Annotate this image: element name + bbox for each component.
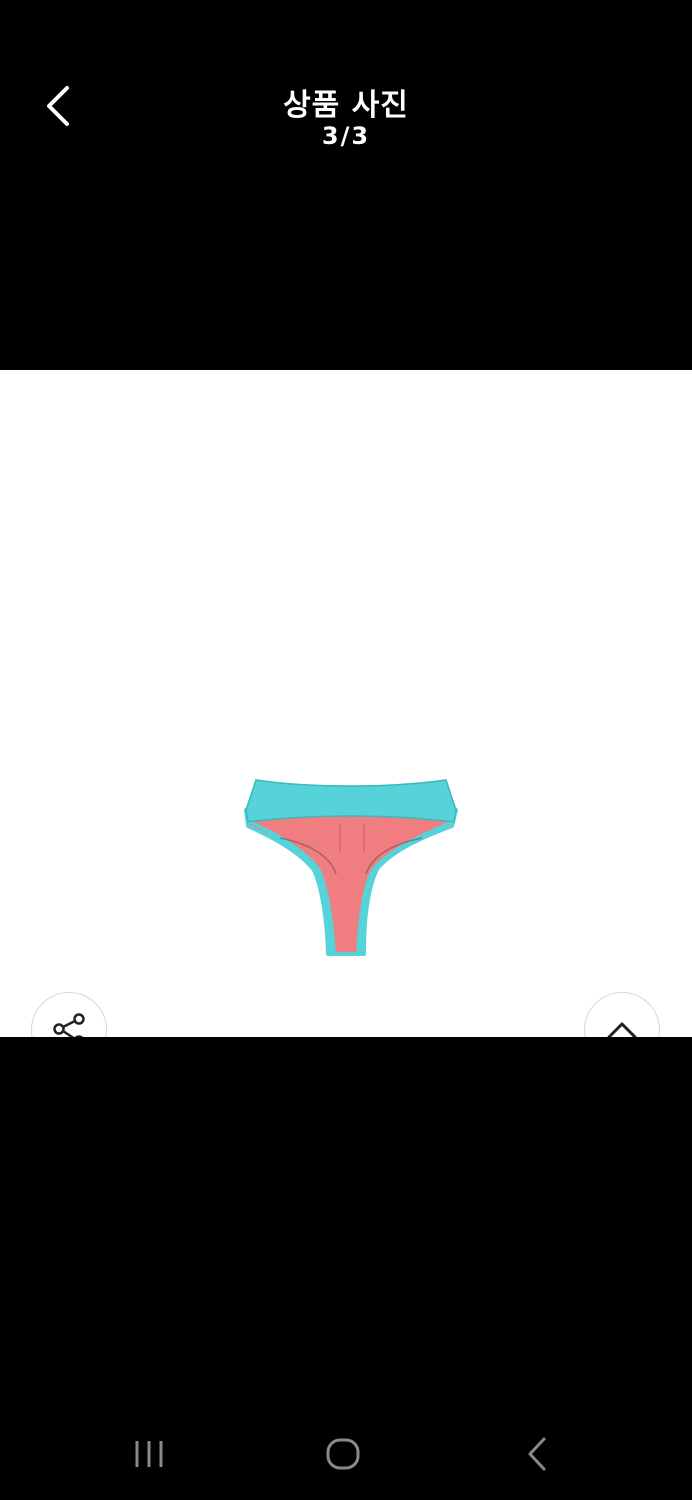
home-button[interactable]: [313, 1426, 373, 1482]
recents-icon: [135, 1441, 163, 1467]
home-icon: [326, 1438, 360, 1470]
photo-viewer-header: 상품 사진 3/3: [0, 0, 692, 370]
screen: 상품 사진 3/3: [0, 0, 692, 1500]
system-back-button[interactable]: [507, 1426, 567, 1482]
system-navigation-bar: [0, 1412, 692, 1500]
photo-counter: 3/3: [321, 122, 371, 150]
chevron-up-icon: [607, 1022, 637, 1037]
share-button[interactable]: [31, 992, 107, 1037]
page-title: 상품 사진: [283, 88, 409, 123]
product-photo-area[interactable]: [0, 370, 692, 1037]
garment-waistband: [245, 779, 457, 823]
product-photo: [244, 779, 458, 956]
back-icon: [528, 1437, 546, 1471]
recents-button[interactable]: [119, 1426, 179, 1482]
garment-body: [244, 808, 458, 956]
share-icon: [53, 1013, 85, 1037]
scroll-to-top-button[interactable]: [584, 992, 660, 1037]
